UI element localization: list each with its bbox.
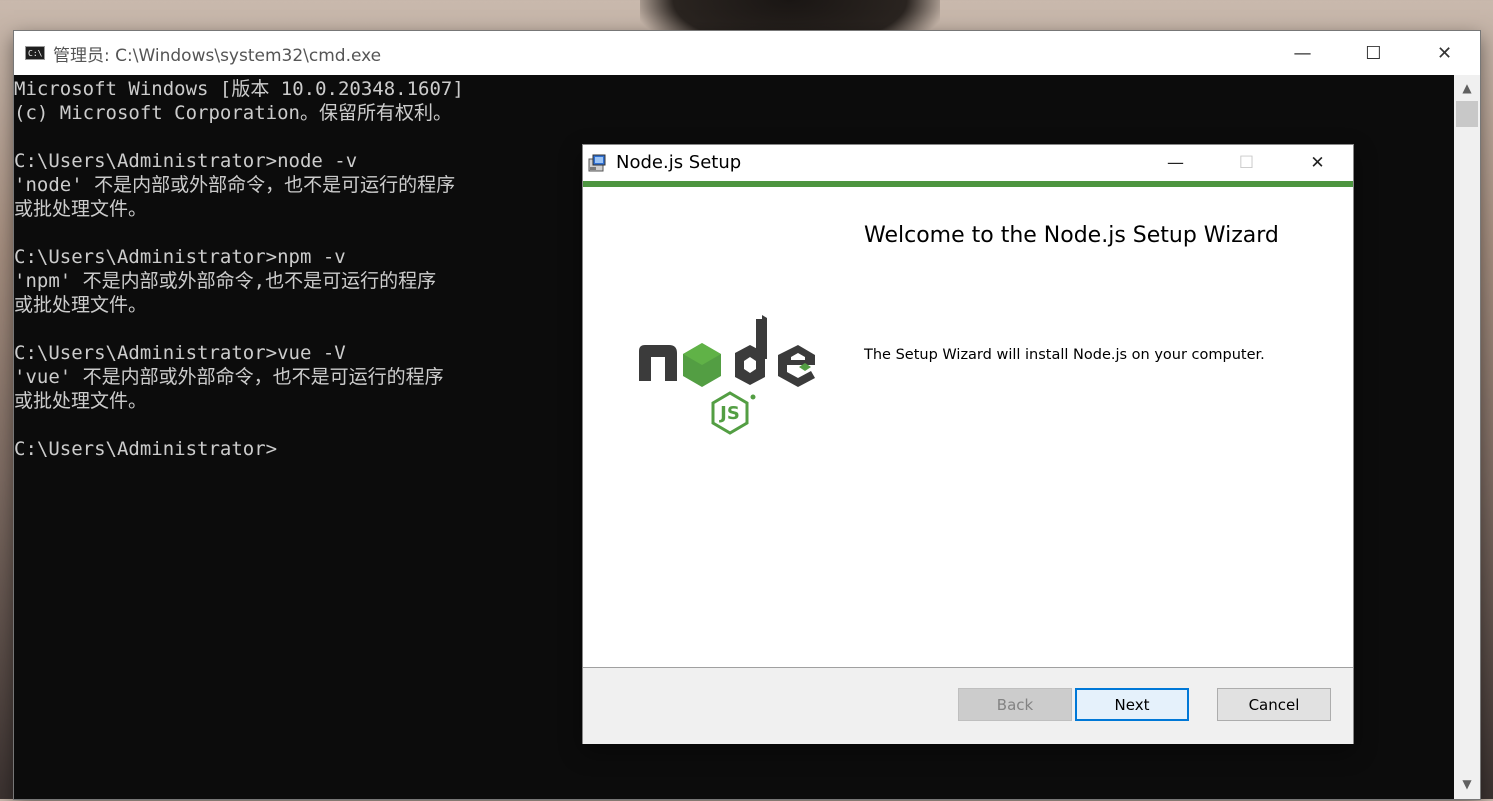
- installer-icon: [587, 153, 609, 173]
- scroll-up-arrow-icon[interactable]: ▲: [1454, 77, 1480, 99]
- cmd-window-title: 管理员: C:\Windows\system32\cmd.exe: [53, 45, 382, 66]
- cmd-scrollbar[interactable]: ▲ ▼: [1454, 75, 1480, 799]
- button-bar: Back Next Cancel: [583, 667, 1353, 744]
- setup-titlebar[interactable]: Node.js Setup — ☐ ✕: [583, 145, 1353, 180]
- welcome-description: The Setup Wizard will install Node.js on…: [864, 347, 1265, 363]
- welcome-heading: Welcome to the Node.js Setup Wizard: [864, 223, 1279, 248]
- setup-minimize-button[interactable]: —: [1140, 145, 1211, 180]
- cmd-titlebar[interactable]: C:\ 管理员: C:\Windows\system32\cmd.exe — ☐…: [14, 31, 1480, 75]
- cmd-maximize-button[interactable]: ☐: [1338, 31, 1409, 75]
- cmd-minimize-button[interactable]: —: [1267, 31, 1338, 75]
- setup-maximize-button: ☐: [1238, 152, 1255, 173]
- accent-divider: [583, 181, 1353, 187]
- cmd-close-button[interactable]: ✕: [1409, 31, 1480, 75]
- nodejs-setup-dialog[interactable]: Node.js Setup — ☐ ✕ JS Welcome to the No…: [583, 145, 1353, 744]
- svg-text:JS: JS: [718, 403, 740, 424]
- cmd-app-icon: C:\: [25, 46, 45, 60]
- scroll-down-arrow-icon[interactable]: ▼: [1454, 773, 1480, 795]
- scroll-thumb[interactable]: [1456, 101, 1478, 127]
- setup-window-title: Node.js Setup: [616, 152, 742, 173]
- setup-close-button[interactable]: ✕: [1282, 145, 1353, 180]
- console-line: (c) Microsoft Corporation。保留所有权利。: [14, 102, 452, 124]
- nodejs-logo: JS: [635, 315, 825, 440]
- console-line: Microsoft Windows [版本 10.0.20348.1607]: [14, 78, 464, 100]
- cancel-button[interactable]: Cancel: [1217, 688, 1331, 721]
- next-button[interactable]: Next: [1075, 688, 1189, 721]
- back-button: Back: [958, 688, 1072, 721]
